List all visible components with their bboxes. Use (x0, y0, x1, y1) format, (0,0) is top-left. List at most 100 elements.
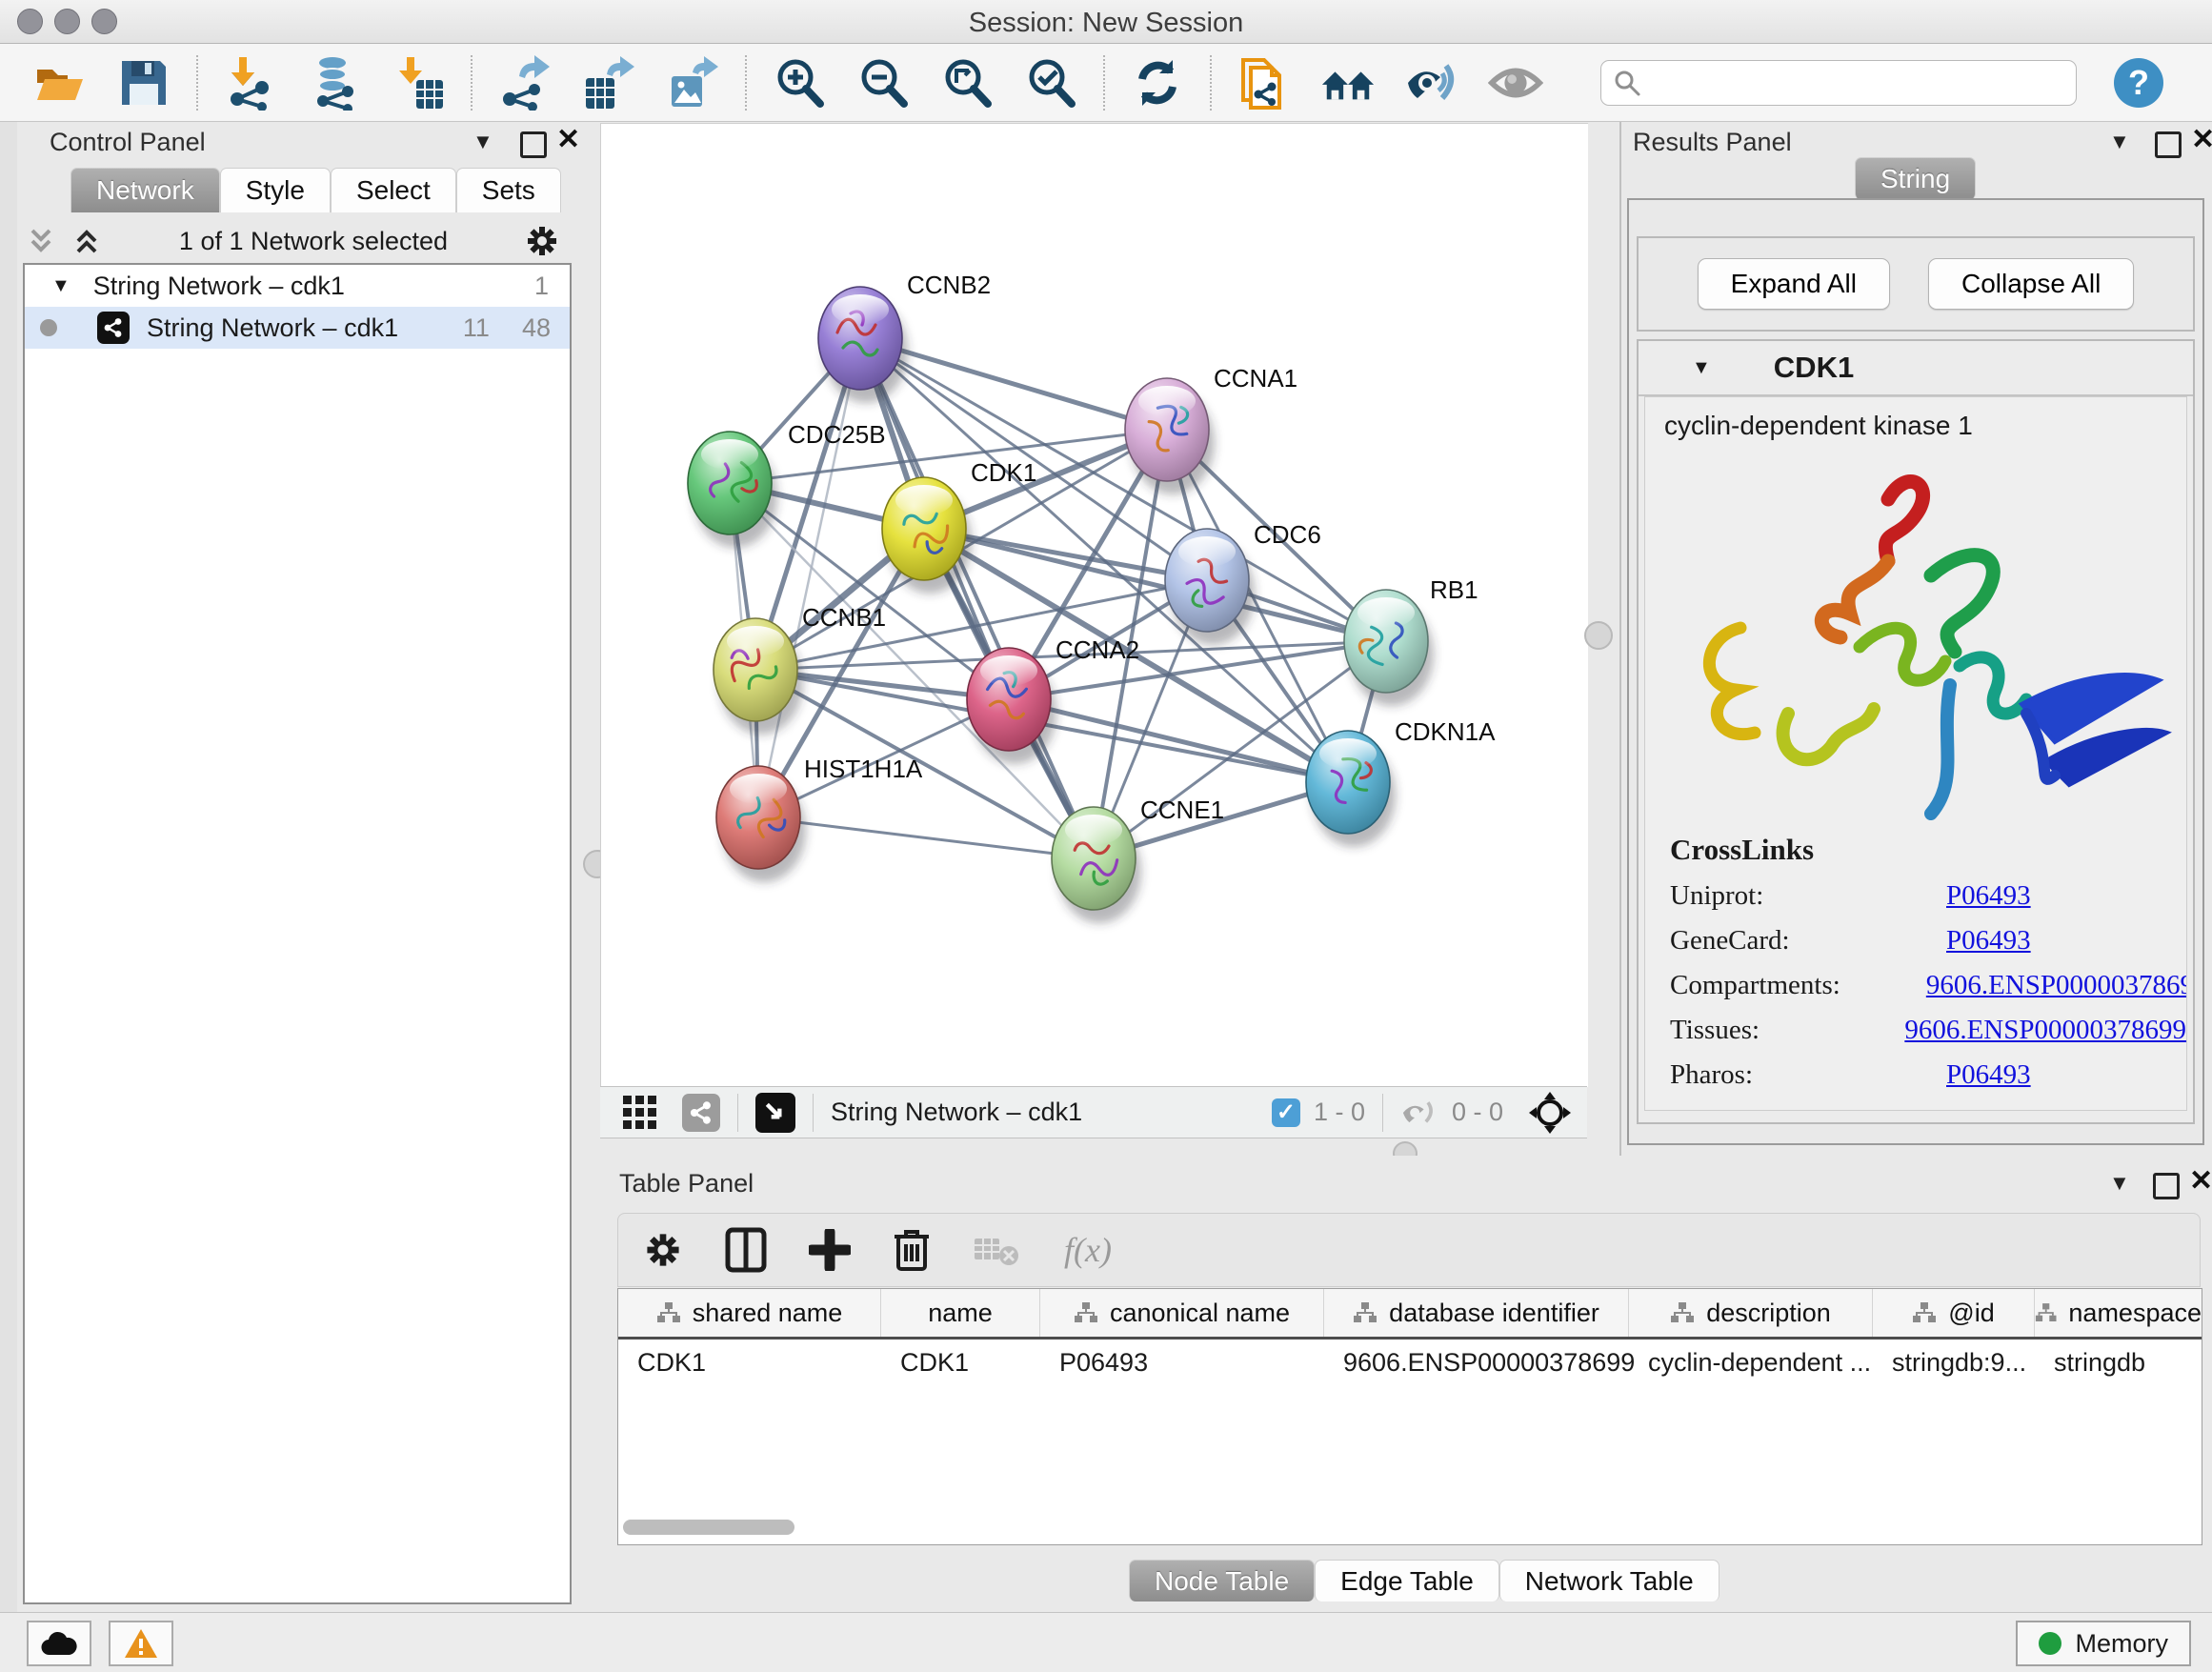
node-label-CCNB2: CCNB2 (907, 271, 991, 299)
tissues-link[interactable]: 9606.ENSP00000378699 (1904, 1015, 2186, 1045)
column-header-shared-name[interactable]: shared name (618, 1289, 881, 1337)
network-node-CCNE1[interactable]: CCNE1 (1052, 796, 1224, 923)
column-header-name[interactable]: name (881, 1289, 1040, 1337)
expand-all-icon[interactable] (70, 225, 103, 257)
network-node-CDKN1A[interactable]: CDKN1A (1306, 717, 1496, 847)
uniprot-link[interactable]: P06493 (1946, 880, 2031, 911)
results-panel-menu-caret[interactable]: ▼ (2109, 130, 2130, 154)
export-image-button[interactable] (665, 55, 720, 111)
export-table-button[interactable] (581, 55, 636, 111)
network-list: ▼ String Network – cdk1 1 String Network… (23, 263, 572, 1604)
tab-network[interactable]: Network (70, 168, 220, 212)
hierarchy-icon (1353, 1301, 1377, 1324)
zoom-selected-button[interactable] (1023, 55, 1078, 111)
cell-id[interactable]: stringdb:9... (1873, 1340, 2035, 1385)
database-icon (308, 55, 361, 111)
refresh-button[interactable] (1130, 55, 1185, 111)
results-panel-close-button[interactable]: ✕ (2191, 130, 2212, 153)
control-panel-menu-caret[interactable]: ▼ (473, 130, 493, 154)
import-network-file-button[interactable] (223, 55, 278, 111)
network-node-RB1[interactable]: RB1 (1344, 575, 1478, 706)
collapse-all-icon[interactable] (25, 225, 57, 257)
collection-caret-icon[interactable]: ▼ (51, 275, 70, 297)
expand-all-button[interactable]: Expand All (1698, 258, 1890, 310)
warnings-button[interactable] (109, 1621, 173, 1666)
table-row[interactable]: CDK1 CDK1 P06493 9606.ENSP00000378699 cy… (618, 1340, 2202, 1385)
gene-caret-icon[interactable]: ▼ (1692, 357, 1711, 379)
table-panel-close-button[interactable]: ✕ (2189, 1171, 2212, 1195)
table-panel-float-button[interactable] (2153, 1173, 2180, 1204)
cell-name[interactable]: CDK1 (881, 1340, 1040, 1385)
tab-style[interactable]: Style (220, 168, 331, 212)
network-node-CDC6[interactable]: CDC6 (1165, 520, 1321, 645)
hidden-eye-icon[interactable] (1400, 1097, 1440, 1129)
export-network-button[interactable] (497, 55, 553, 111)
svg-text:?: ? (2128, 63, 2149, 102)
scrollbar-thumb[interactable] (623, 1520, 794, 1535)
network-row[interactable]: String Network – cdk1 11 48 (25, 307, 570, 349)
column-header-description[interactable]: description (1629, 1289, 1873, 1337)
zoom-out-button[interactable] (855, 55, 911, 111)
column-header-database-identifier[interactable]: database identifier (1324, 1289, 1629, 1337)
table-horizontal-scrollbar[interactable] (623, 1520, 2195, 1537)
gene-section-header[interactable]: ▼ CDK1 (1639, 341, 2193, 396)
birdseye-view-icon[interactable] (755, 1093, 795, 1133)
tab-node-table[interactable]: Node Table (1129, 1560, 1315, 1601)
pharos-link[interactable]: P06493 (1946, 1059, 2031, 1090)
save-session-button[interactable] (116, 55, 171, 111)
column-header-id[interactable]: @id (1873, 1289, 2035, 1337)
gear-icon[interactable] (524, 223, 560, 259)
protein-structure-image (1645, 447, 2179, 828)
results-panel-float-button[interactable] (2155, 131, 2182, 163)
grid-view-icon[interactable] (621, 1094, 659, 1132)
import-network-database-button[interactable] (307, 55, 362, 111)
show-columns-icon[interactable] (725, 1227, 767, 1273)
add-column-icon[interactable] (809, 1229, 851, 1271)
network-status-dot (40, 319, 57, 336)
column-header-namespace[interactable]: namespace (2035, 1289, 2202, 1337)
compartments-link[interactable]: 9606.ENSP00000378699 (1926, 970, 2187, 1000)
column-header-canonical-name[interactable]: canonical name (1040, 1289, 1324, 1337)
table-options-gear-icon[interactable] (643, 1230, 683, 1270)
tab-network-table[interactable]: Network Table (1499, 1560, 1719, 1601)
collapse-all-button[interactable]: Collapse All (1928, 258, 2134, 310)
splitter-handle-right[interactable] (1584, 621, 1613, 650)
cell-description[interactable]: cyclin-dependent ... (1629, 1340, 1873, 1385)
open-session-button[interactable] (32, 55, 88, 111)
cell-database-identifier[interactable]: 9606.ENSP00000378699 (1324, 1340, 1629, 1385)
tab-sets[interactable]: Sets (456, 168, 561, 212)
search-input[interactable] (1641, 67, 2055, 98)
memory-button[interactable]: Memory (2016, 1621, 2191, 1666)
tab-select[interactable]: Select (331, 168, 456, 212)
network-collection-row[interactable]: ▼ String Network – cdk1 1 (25, 265, 570, 307)
share-session-file-button[interactable] (1237, 55, 1292, 111)
fit-content-crosshair-icon[interactable] (1528, 1091, 1572, 1135)
cloud-status-button[interactable] (27, 1621, 91, 1666)
show-panels-button[interactable] (1488, 55, 1543, 111)
network-node-HIST1H1A[interactable]: HIST1H1A (716, 755, 923, 882)
cell-namespace[interactable]: stringdb (2035, 1340, 2202, 1385)
import-table-file-button[interactable] (391, 55, 446, 111)
control-panel-close-button[interactable]: ✕ (556, 130, 580, 153)
tab-string[interactable]: String (1855, 157, 1976, 200)
gene-description: cyclin-dependent kinase 1 (1645, 397, 2186, 447)
network-node-CCNB2[interactable]: CCNB2 (818, 271, 991, 403)
home-networks-button[interactable] (1320, 55, 1376, 111)
cell-canonical-name[interactable]: P06493 (1040, 1340, 1324, 1385)
network-view-toolbar: String Network – cdk1 ✓ 1 - 0 0 - 0 (600, 1086, 1587, 1138)
network-label: String Network – cdk1 (147, 313, 398, 343)
zoom-in-button[interactable] (772, 55, 827, 111)
network-canvas[interactable]: CCNB2CCNA1CDC25BCDK1CDC6RB1CCNB1CCNA2CDK… (600, 123, 1588, 1087)
delete-column-icon[interactable] (893, 1227, 931, 1273)
control-panel-float-button[interactable] (520, 131, 547, 163)
table-panel-menu-caret[interactable]: ▼ (2109, 1171, 2130, 1196)
zoom-fit-button[interactable] (939, 55, 995, 111)
genecard-link[interactable]: P06493 (1946, 925, 2031, 956)
selected-checkbox-icon[interactable]: ✓ (1272, 1098, 1300, 1127)
cell-shared-name[interactable]: CDK1 (618, 1340, 881, 1385)
network-view-icon[interactable] (682, 1094, 720, 1132)
hide-panels-button[interactable] (1404, 55, 1459, 111)
tab-edge-table[interactable]: Edge Table (1315, 1560, 1499, 1601)
help-icon: ? (2112, 56, 2165, 110)
help-button[interactable]: ? (2111, 55, 2166, 111)
